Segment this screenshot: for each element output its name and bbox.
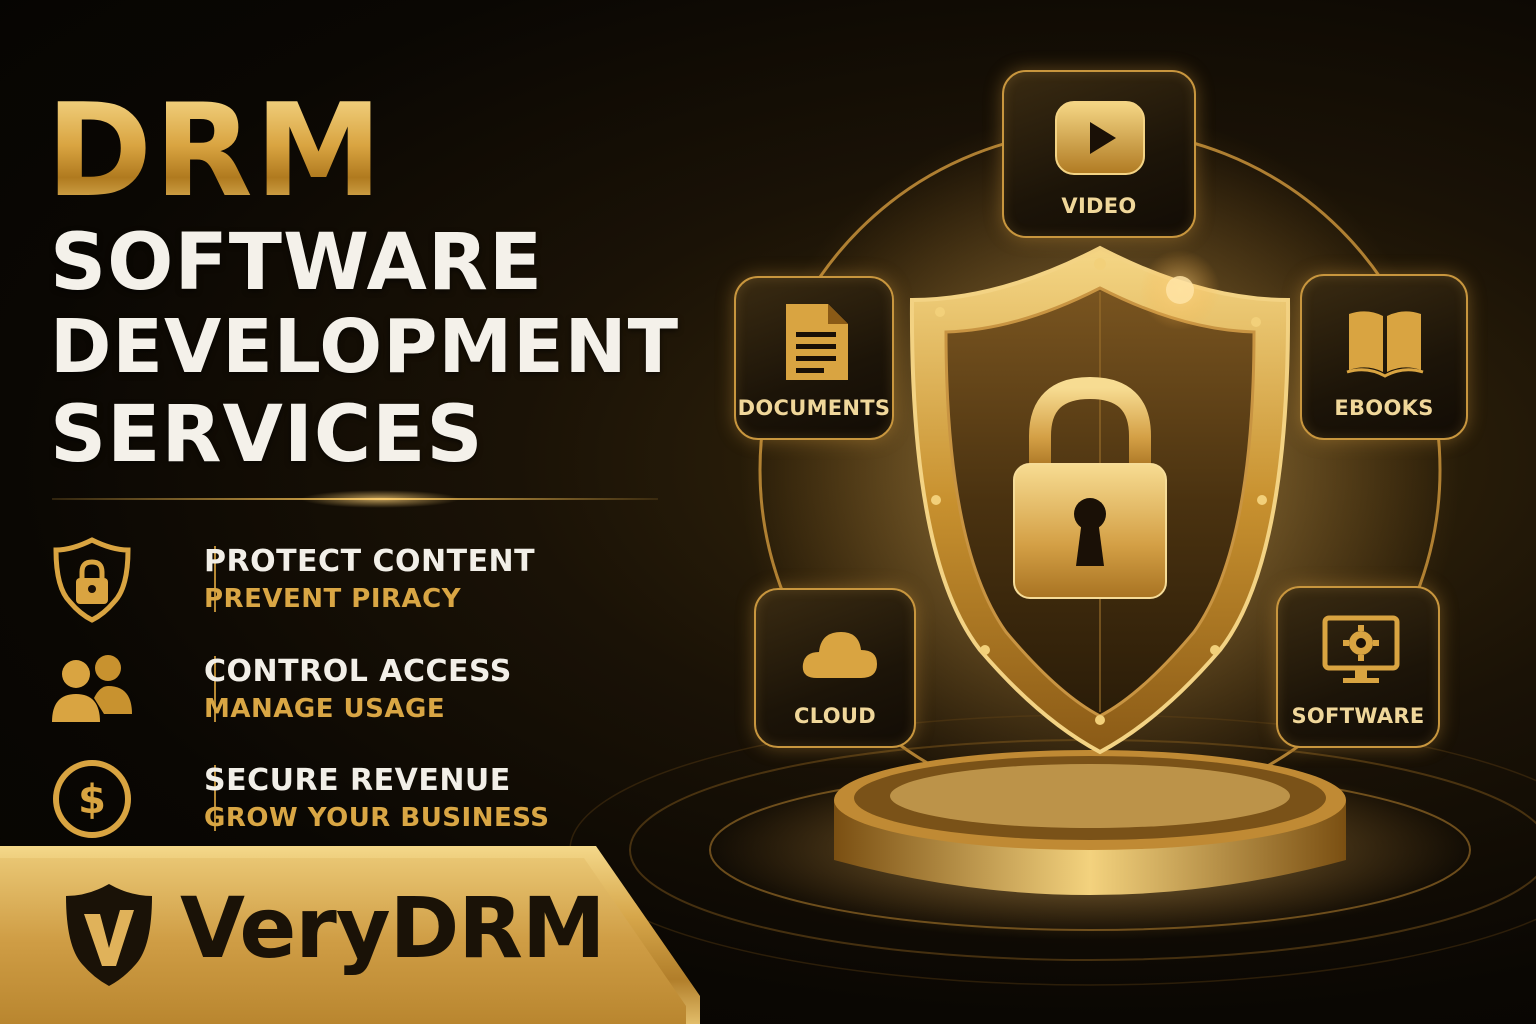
tile-cloud: CLOUD <box>754 588 916 748</box>
brand-name: VeryDRM <box>180 879 606 977</box>
pedestal <box>834 750 1346 895</box>
divider-glow <box>300 490 460 508</box>
feature-control-access: CONTROL ACCESS MANAGE USAGE <box>48 646 608 736</box>
tile-label: DOCUMENTS <box>737 396 891 420</box>
headline-development: DEVELOPMENT <box>50 304 680 390</box>
feature-title: PROTECT CONTENT <box>204 544 536 579</box>
headline-services: SERVICES <box>50 390 484 480</box>
cloud-icon <box>802 632 877 678</box>
feature-title: SECURE REVENUE <box>204 763 511 798</box>
feature-subtitle: PREVENT PIRACY <box>204 584 462 614</box>
headline-drm: DRM <box>46 77 385 226</box>
tile-label: VIDEO <box>1061 194 1137 218</box>
tile-documents: DOCUMENTS <box>734 276 894 440</box>
tile-video: VIDEO <box>1002 70 1196 238</box>
open-book-icon <box>1346 311 1424 378</box>
users-icon <box>52 655 132 722</box>
feature-protect-content: PROTECT CONTENT PREVENT PIRACY <box>48 536 608 626</box>
v-shield-logo-icon <box>66 884 152 986</box>
tile-label: CLOUD <box>794 704 876 728</box>
feature-secure-revenue: $ SECURE REVENUE GROW YOUR BUSINESS <box>48 755 608 845</box>
headline-software: SOFTWARE <box>50 218 544 308</box>
feature-title: CONTROL ACCESS <box>204 654 512 689</box>
tile-label: SOFTWARE <box>1291 704 1425 728</box>
sparkle-glow <box>1140 250 1220 330</box>
shield-lock-icon <box>53 537 131 623</box>
tile-label: EBOOKS <box>1334 396 1434 420</box>
dollar-coin-icon: $ <box>53 760 131 838</box>
document-icon <box>786 304 848 380</box>
tile-ebooks: EBOOKS <box>1300 274 1468 440</box>
feature-subtitle: MANAGE USAGE <box>204 694 446 724</box>
monitor-gear-icon <box>1322 615 1400 683</box>
svg-text:$: $ <box>78 777 106 823</box>
feature-subtitle: GROW YOUR BUSINESS <box>204 803 550 833</box>
tile-software: SOFTWARE <box>1276 586 1440 748</box>
play-icon <box>1055 101 1145 175</box>
